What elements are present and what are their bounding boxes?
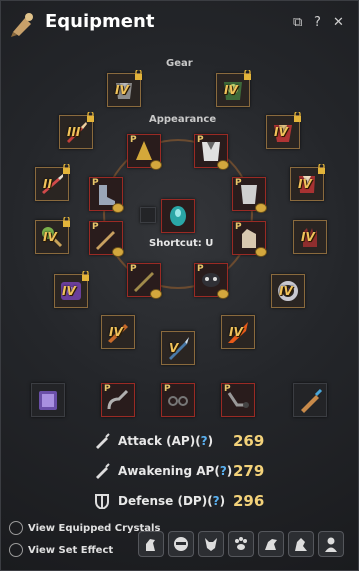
gear-slot-right-4[interactable]: IV bbox=[271, 274, 305, 308]
paw-icon bbox=[235, 537, 247, 550]
gear-slot-left-2[interactable]: II bbox=[35, 164, 70, 201]
dragon-icon bbox=[265, 539, 277, 550]
lock-icon bbox=[63, 164, 70, 174]
gear-slot-right-3[interactable]: IV bbox=[293, 220, 327, 254]
shield-icon bbox=[95, 494, 109, 509]
coin-icon bbox=[112, 247, 124, 257]
person-tab-button[interactable] bbox=[318, 531, 344, 557]
equipment-window: Equipment ⧉ ? ✕ Gear Appearance IV IV II… bbox=[0, 0, 359, 571]
equipment-bag-icon bbox=[11, 13, 33, 37]
appearance-slot-2[interactable]: P bbox=[194, 134, 229, 170]
shortcut-slot[interactable] bbox=[161, 199, 195, 233]
title-bar[interactable]: Equipment ⧉ ? ✕ bbox=[1, 1, 358, 47]
dragon-tab-button[interactable] bbox=[258, 531, 284, 557]
gear-slot-left-5[interactable]: IV bbox=[101, 315, 135, 349]
wolf-icon bbox=[205, 538, 217, 551]
lock-icon bbox=[318, 164, 325, 174]
lock-icon bbox=[294, 112, 301, 122]
horse-icon bbox=[146, 539, 155, 551]
bottom-slot-2[interactable]: P bbox=[161, 383, 195, 417]
appearance-slot-5[interactable]: P bbox=[89, 221, 124, 257]
wolf-tab-button[interactable] bbox=[198, 531, 224, 557]
tool-icon bbox=[301, 388, 323, 413]
crystal-icon bbox=[170, 206, 186, 226]
coin-icon bbox=[150, 289, 162, 299]
defense-help-icon[interactable]: ? bbox=[213, 494, 220, 508]
help-button[interactable]: ? bbox=[314, 15, 321, 30]
lock-icon bbox=[82, 271, 89, 281]
book-icon bbox=[39, 391, 57, 410]
gear-label: Gear bbox=[166, 58, 193, 69]
book-slot[interactable] bbox=[31, 383, 65, 417]
lock-icon bbox=[135, 70, 142, 80]
horse-tab-button[interactable] bbox=[138, 531, 164, 557]
defense-label: Defense (DP)(?) bbox=[118, 494, 226, 508]
sword-icon bbox=[96, 433, 110, 449]
tool-slot[interactable] bbox=[293, 383, 327, 417]
appearance-slot-1[interactable]: P bbox=[127, 134, 162, 170]
coin-icon bbox=[112, 203, 124, 213]
pipe-icon bbox=[227, 392, 249, 408]
lock-icon bbox=[244, 70, 251, 80]
empty-slot-center[interactable] bbox=[140, 207, 156, 223]
coin-icon bbox=[217, 160, 229, 170]
paw-tab-button[interactable] bbox=[228, 531, 254, 557]
window-title: Equipment bbox=[45, 11, 155, 32]
person-icon bbox=[325, 537, 337, 552]
awakening-ap-label: Awakening AP(?) bbox=[118, 464, 233, 478]
defense-value: 296 bbox=[233, 492, 265, 510]
mount-tab-button[interactable] bbox=[288, 531, 314, 557]
gear-slot-head-left[interactable]: IV bbox=[107, 70, 142, 107]
gear-slot-right-5[interactable]: IV bbox=[221, 315, 255, 349]
attack-label: Attack (AP)(?) bbox=[118, 434, 214, 448]
attack-value: 269 bbox=[233, 432, 265, 450]
gear-slot-head-right[interactable]: IV bbox=[216, 70, 251, 107]
hook-icon bbox=[107, 389, 129, 410]
appearance-slot-4[interactable]: P bbox=[232, 177, 267, 213]
gear-slot-right-2[interactable]: IV bbox=[290, 164, 325, 201]
mask-icon bbox=[174, 537, 188, 551]
appearance-label: Appearance bbox=[149, 114, 217, 125]
lock-icon bbox=[63, 217, 70, 227]
mask-tab-button[interactable] bbox=[168, 531, 194, 557]
double-chevron-up-icon bbox=[9, 543, 23, 557]
gear-slot-left-4[interactable]: IV bbox=[54, 271, 89, 308]
coin-icon bbox=[217, 289, 229, 299]
bottom-slot-1[interactable]: P bbox=[101, 383, 135, 417]
popout-button[interactable]: ⧉ bbox=[293, 15, 302, 30]
coin-icon bbox=[255, 203, 267, 213]
appearance-slot-7[interactable]: P bbox=[127, 263, 162, 299]
awakening-ap-value: 279 bbox=[233, 462, 265, 480]
sword-icon bbox=[96, 463, 110, 479]
coin-icon bbox=[255, 247, 267, 257]
bottom-slot-3[interactable]: P bbox=[221, 383, 255, 417]
double-chevron-up-icon bbox=[9, 521, 23, 535]
coin-icon bbox=[150, 160, 162, 170]
appearance-slot-8[interactable]: P bbox=[194, 263, 229, 299]
appearance-slot-3[interactable]: P bbox=[89, 177, 124, 213]
awakening-help-icon[interactable]: ? bbox=[220, 464, 227, 478]
view-set-effect-link[interactable]: View Set Effect bbox=[9, 543, 113, 557]
gear-slot-left-3[interactable]: IV bbox=[35, 217, 70, 254]
gear-slot-left-1[interactable]: III bbox=[59, 112, 94, 149]
gear-slot-right-1[interactable]: IV bbox=[266, 112, 301, 149]
glasses-icon bbox=[168, 396, 188, 406]
shortcut-label: Shortcut: U bbox=[149, 238, 214, 249]
lock-icon bbox=[87, 112, 94, 122]
attack-help-icon[interactable]: ? bbox=[201, 434, 208, 448]
appearance-slot-6[interactable]: P bbox=[232, 221, 267, 257]
mount-icon bbox=[295, 538, 307, 551]
gear-slot-main-weapon[interactable]: V bbox=[161, 331, 195, 365]
close-button[interactable]: ✕ bbox=[333, 15, 344, 30]
